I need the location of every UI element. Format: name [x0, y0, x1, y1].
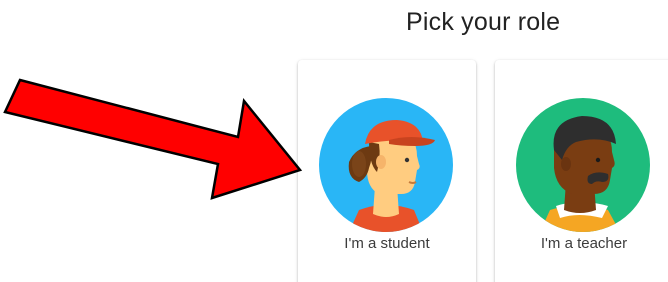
teacher-role-label: I'm a teacher	[540, 235, 628, 252]
role-picker-page: Pick your role I'm a student I'm a teach…	[0, 0, 668, 282]
student-avatar-icon	[319, 98, 453, 232]
student-role-label: I'm a student	[344, 235, 430, 252]
student-role-card[interactable]: I'm a student	[298, 60, 476, 282]
teacher-role-card[interactable]: I'm a teacher	[495, 60, 668, 282]
teacher-avatar-icon	[516, 98, 650, 232]
page-title: Pick your role	[406, 8, 561, 36]
